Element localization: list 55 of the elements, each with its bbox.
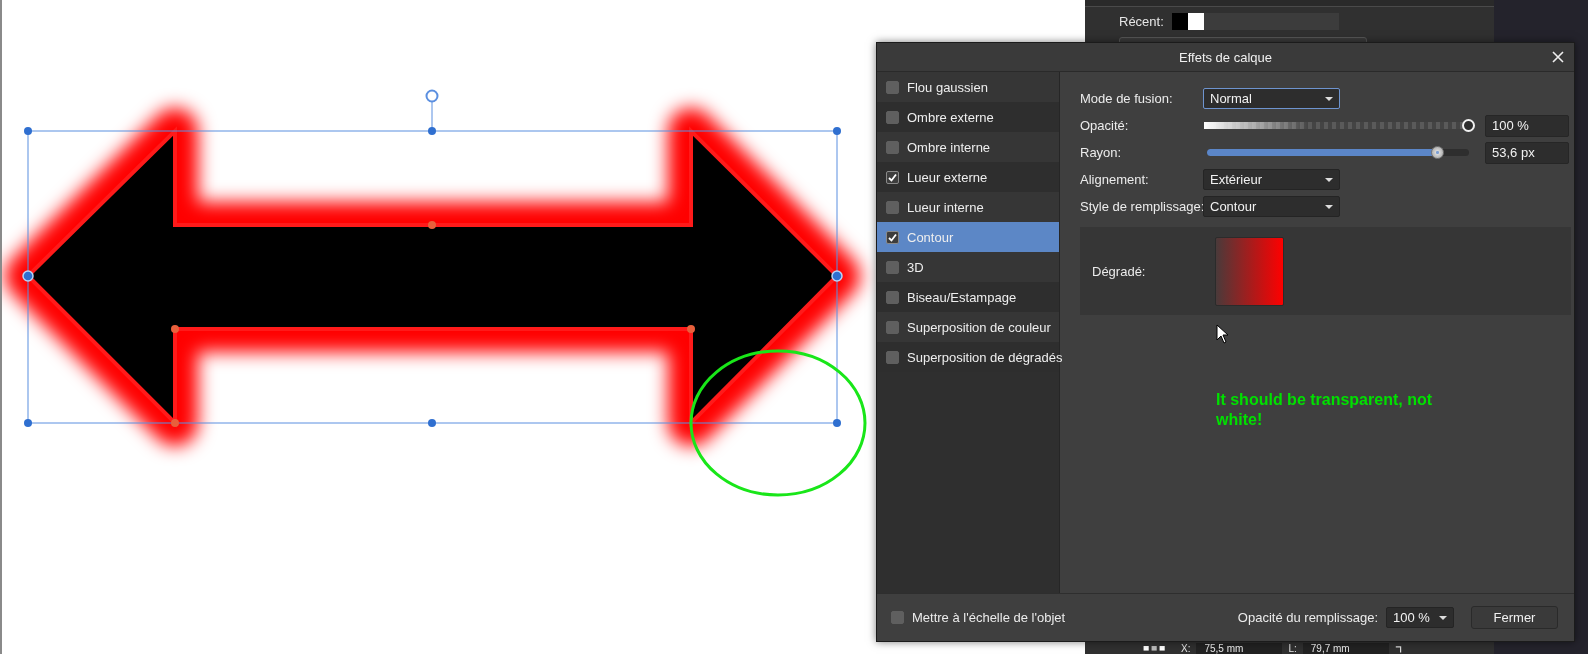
effect-label: Ombre interne [907, 139, 991, 155]
checkbox[interactable] [886, 290, 899, 304]
gradient-label: Dégradé: [1091, 263, 1147, 279]
setting-label: Alignement: [1080, 172, 1150, 187]
setting-label: Mode de fusion: [1080, 91, 1174, 106]
annotation-text: It should be transparent, not white! [1216, 390, 1433, 430]
checkbox[interactable] [886, 170, 899, 184]
checkbox[interactable] [886, 80, 899, 94]
setting-label: Rayon: [1080, 145, 1123, 160]
checkbox[interactable] [886, 200, 899, 214]
effect-label: Ombre externe [907, 109, 994, 125]
caret-icon [1439, 615, 1447, 620]
dropdown[interactable]: Normal [1203, 88, 1340, 109]
effect-item[interactable]: Ombre interne [877, 132, 1059, 162]
effect-label: Contour [907, 229, 954, 245]
effect-item[interactable]: Superposition de couleur [877, 312, 1059, 342]
dropdown[interactable]: Contour [1203, 196, 1340, 217]
checkbox[interactable] [891, 611, 904, 624]
caret-icon [1325, 96, 1333, 101]
effect-item[interactable]: Lueur interne [877, 192, 1059, 222]
fill-opacity-dropdown[interactable]: 100 % [1386, 607, 1454, 628]
checkbox[interactable] [886, 320, 899, 334]
dialog-title: Effets de calque [1179, 49, 1272, 65]
caret-icon [1325, 204, 1333, 209]
effect-label: Superposition de couleur [907, 319, 1051, 335]
x-field[interactable]: 75,5 mm [1196, 643, 1283, 654]
checkbox[interactable] [886, 350, 899, 364]
checkbox[interactable] [886, 110, 899, 124]
checkbox[interactable] [886, 260, 899, 274]
value-field[interactable]: 100 % [1485, 114, 1569, 137]
link-icon[interactable] [1394, 646, 1403, 654]
color-swatch[interactable] [1171, 13, 1188, 30]
width-field[interactable]: 79,7 mm [1302, 643, 1389, 654]
effect-item[interactable]: Flou gaussien [877, 72, 1059, 102]
checkbox[interactable] [886, 230, 899, 244]
cursor-icon [1216, 324, 1228, 344]
setting-label: Opacité: [1080, 118, 1130, 133]
slider-thumb[interactable] [1430, 145, 1444, 159]
close-dialog-button[interactable]: Fermer [1471, 606, 1558, 629]
effect-label: 3D [907, 259, 924, 275]
effect-item[interactable]: 3D [877, 252, 1059, 282]
checkbox[interactable] [886, 140, 899, 154]
width-label: L: [1288, 643, 1297, 654]
value-field[interactable]: 53,6 px [1485, 141, 1569, 164]
caret-icon [1325, 177, 1333, 182]
checkbox-label: Mettre à l'échelle de l'objet [912, 610, 1066, 625]
effect-label: Lueur externe [907, 169, 988, 185]
gradient-swatch[interactable] [1215, 236, 1284, 306]
fill-opacity-label: Opacité du remplissage: [1237, 610, 1378, 625]
effect-label: Flou gaussien [907, 79, 988, 95]
effect-label: Lueur interne [907, 199, 984, 215]
dropdown[interactable]: Extérieur [1203, 169, 1340, 190]
effect-label: Biseau/Estampage [907, 289, 1017, 305]
recent-label: Récent: [1119, 14, 1164, 29]
x-label: X: [1181, 643, 1191, 654]
